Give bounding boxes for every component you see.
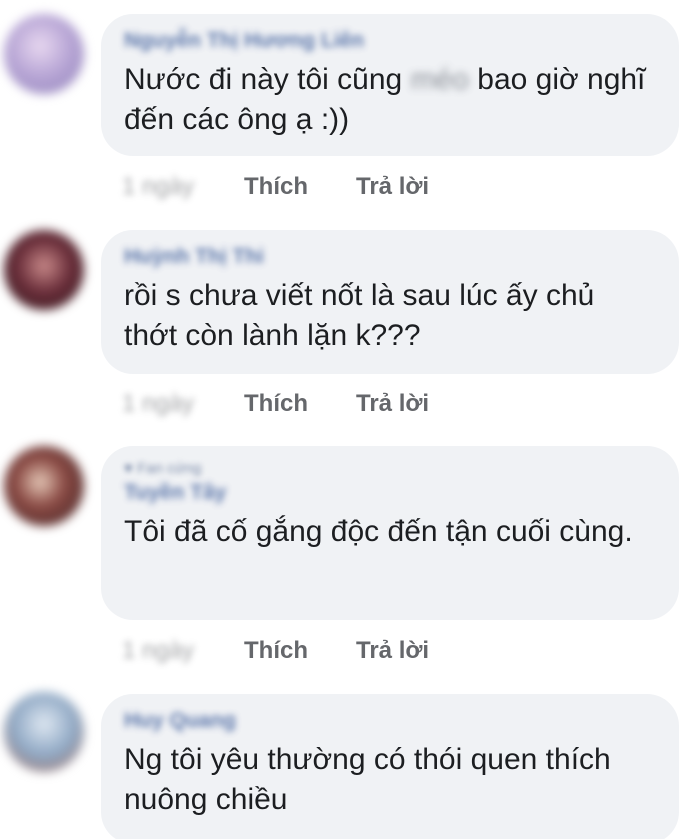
comment-text: Nước đi này tôi cũng méo bao giờ nghĩ đế… [124, 60, 655, 140]
commenter-name[interactable]: Tuyền Tây [124, 480, 655, 506]
comment-actions: 1 ngày Thích Trả lời [122, 170, 429, 204]
comment-text-part: Nước đi này tôi cũng [124, 63, 411, 96]
fan-badge: ♥ Fan cứng [124, 460, 655, 478]
comment-actions: 1 ngày Thích Trả lời [122, 387, 429, 421]
comment-timestamp[interactable]: 1 ngày [122, 170, 244, 204]
badge-icon: ♥ [124, 460, 138, 477]
commenter-name[interactable]: Huy Quang [124, 708, 655, 734]
comment-text: rồi s chưa viết nốt là sau lúc ấy chủ th… [124, 279, 595, 352]
comment-text: Ng tôi yêu thường có thói quen thích nuô… [124, 743, 611, 816]
avatar[interactable] [4, 230, 84, 310]
like-button[interactable]: Thích [244, 634, 356, 668]
comment-bubble: ♥ Fan cứng Tuyền Tây Tôi đã cố gắng độc … [101, 446, 679, 620]
comment-bubble: Huỳnh Thị Thi rồi s chưa viết nốt là sau… [101, 230, 679, 374]
like-button[interactable]: Thích [244, 170, 356, 204]
censored-word: méo [410, 63, 469, 96]
like-button[interactable]: Thích [244, 387, 356, 421]
comment-timestamp[interactable]: 1 ngày [122, 634, 244, 668]
comment-thread: Nguyễn Thị Hương Liên Nước đi này tôi cũ… [0, 0, 695, 839]
commenter-name[interactable]: Nguyễn Thị Hương Liên [124, 28, 655, 54]
badge-label: Fan cứng [137, 460, 202, 477]
comment-bubble: Huy Quang Ng tôi yêu thường có thói quen… [101, 694, 679, 839]
comment-actions: 1 ngày Thích Trả lời [122, 634, 429, 668]
comment-text: Tôi đã cố gắng độc đến tận cuối cùng. [124, 515, 633, 548]
comment-bubble: Nguyễn Thị Hương Liên Nước đi này tôi cũ… [101, 14, 679, 156]
reply-button[interactable]: Trả lời [356, 634, 429, 668]
comment-timestamp[interactable]: 1 ngày [122, 387, 244, 421]
avatar[interactable] [4, 446, 84, 526]
reply-button[interactable]: Trả lời [356, 170, 429, 204]
commenter-name[interactable]: Huỳnh Thị Thi [124, 244, 655, 270]
avatar[interactable] [4, 692, 84, 772]
reply-button[interactable]: Trả lời [356, 387, 429, 421]
avatar[interactable] [4, 14, 84, 94]
